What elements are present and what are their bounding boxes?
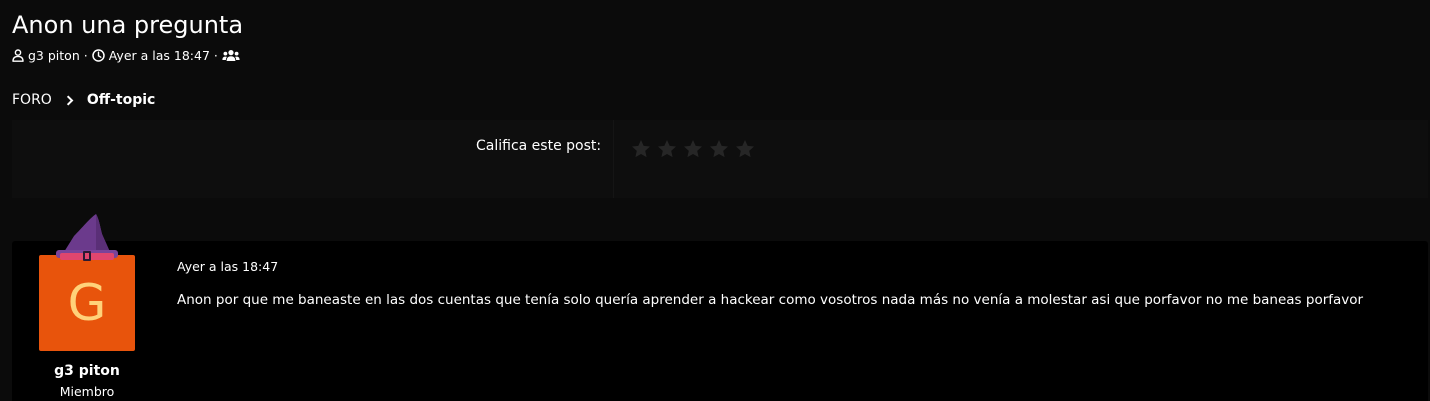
thread-posted-time: Ayer a las 18:47 (108, 47, 210, 63)
clock-icon (91, 48, 105, 62)
post-date[interactable]: Ayer a las 18:47 (177, 259, 278, 274)
thread-author-link[interactable]: g3 piton (28, 48, 80, 63)
rating-divider (613, 120, 614, 198)
chevron-right-icon (66, 94, 74, 106)
breadcrumb-current-category[interactable]: Off-topic (87, 92, 155, 108)
user-icon (12, 48, 24, 62)
post-body: Anon por que me baneaste en las dos cuen… (177, 292, 1364, 308)
star-icon[interactable] (656, 138, 678, 160)
meta-separator: · (83, 47, 88, 63)
thread-meta: g3 piton · Ayer a las 18:47 · (12, 46, 240, 64)
star-icon[interactable] (682, 138, 704, 160)
post-author-name[interactable]: g3 piton (12, 363, 162, 379)
breadcrumb-forum-link[interactable]: FORO (12, 92, 52, 108)
post-author-role: Miembro (59, 384, 115, 399)
rating-label: Califica este post: (476, 138, 602, 154)
star-icon[interactable] (734, 138, 756, 160)
star-icon[interactable] (630, 138, 652, 160)
users-icon (222, 49, 240, 62)
thread-page: Anon una pregunta g3 piton · Ayer a las … (0, 0, 1430, 401)
rating-panel: Califica este post: (12, 120, 1428, 198)
star-icon[interactable] (708, 138, 730, 160)
avatar[interactable]: G (38, 214, 136, 354)
meta-separator: · (213, 47, 218, 63)
thread-title: Anon una pregunta (12, 11, 244, 39)
forum-post: G g3 piton Miembro Ayer a las 18:47 Anon… (12, 214, 1428, 401)
breadcrumb: FORO Off-topic (12, 90, 155, 110)
witch-hat-icon (56, 214, 118, 261)
star-rating-control[interactable] (630, 138, 756, 160)
